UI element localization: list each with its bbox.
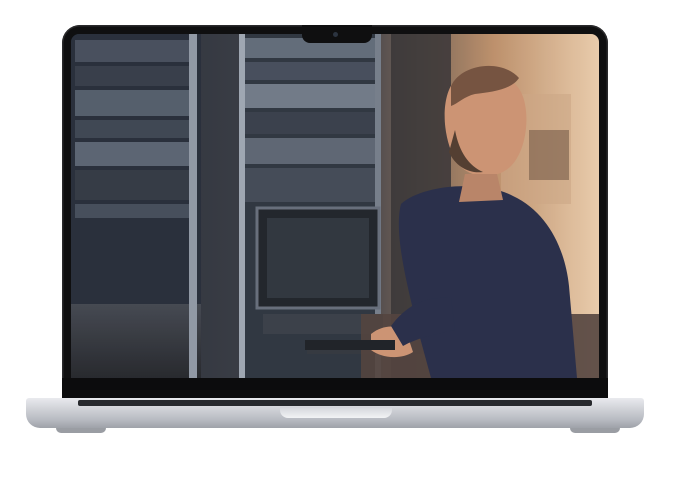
laptop-foot-left bbox=[56, 428, 106, 433]
trackpad-notch bbox=[280, 408, 392, 418]
laptop bbox=[0, 0, 676, 488]
laptop-screen bbox=[71, 34, 599, 378]
camera-icon bbox=[333, 32, 338, 37]
laptop-foot-right bbox=[570, 428, 620, 433]
keyboard-edge bbox=[78, 400, 592, 406]
screen-chin bbox=[62, 378, 608, 400]
server-room-photo bbox=[71, 34, 599, 378]
